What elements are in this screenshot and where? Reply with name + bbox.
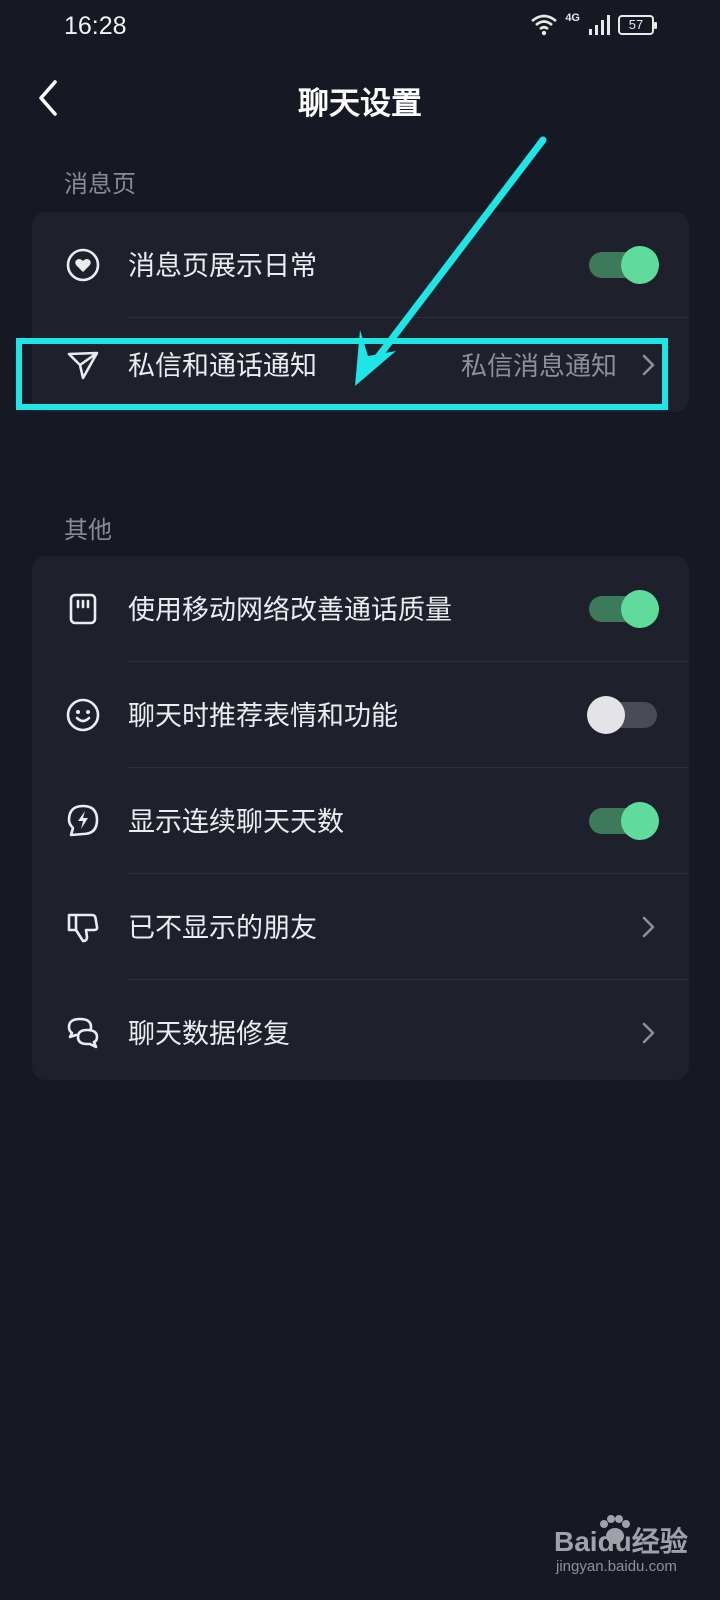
section-label-message-page: 消息页 <box>64 170 136 198</box>
signal-icon <box>589 15 610 35</box>
setting-label: 消息页展示日常 <box>128 251 317 282</box>
battery-indicator: 57 <box>618 15 657 35</box>
page-title: 聊天设置 <box>298 86 422 122</box>
setting-label: 已不显示的朋友 <box>128 913 317 944</box>
chat-bubbles-icon <box>67 1017 99 1049</box>
watermark-brand: Baidu经验 <box>554 1526 688 1557</box>
setting-label: 使用移动网络改善通话质量 <box>128 595 452 626</box>
sim-card-icon <box>69 593 97 625</box>
setting-row-recommend-emoji[interactable]: 聊天时推荐表情和功能 <box>32 662 689 768</box>
chevron-right-icon <box>642 354 655 376</box>
setting-row-mobile-network-call[interactable]: 使用移动网络改善通话质量 <box>32 556 689 662</box>
setting-row-show-daily[interactable]: 消息页展示日常 <box>32 212 689 318</box>
status-time: 16:28 <box>64 12 127 40</box>
baidu-jingyan-watermark: Baidu经验 jingyan.baidu.com <box>554 1515 704 1586</box>
chevron-right-icon <box>642 916 655 938</box>
setting-row-chat-data-repair[interactable]: 聊天数据修复 <box>32 980 689 1086</box>
network-type: 4G <box>565 12 580 24</box>
toggle-switch[interactable] <box>587 696 659 734</box>
toggle-switch[interactable] <box>587 590 659 628</box>
send-icon <box>67 351 99 380</box>
watermark-url: jingyan.baidu.com <box>556 1558 677 1575</box>
setting-label: 私信和通话通知 <box>128 351 317 382</box>
toggle-switch[interactable] <box>587 802 659 840</box>
wifi-icon <box>531 14 558 36</box>
navigation-bar: 聊天设置 <box>0 60 720 136</box>
chevron-right-icon <box>642 1022 655 1044</box>
setting-label: 聊天数据修复 <box>128 1019 290 1050</box>
setting-row-streak-days[interactable]: 显示连续聊天天数 <box>32 768 689 874</box>
setting-value: 私信消息通知 <box>460 352 617 382</box>
setting-label: 显示连续聊天天数 <box>128 807 344 838</box>
smile-icon <box>66 698 100 732</box>
lightning-bubble-icon <box>67 804 99 837</box>
setting-row-dm-call-notification[interactable]: 私信和通话通知 私信消息通知 <box>32 318 689 412</box>
toggle-switch[interactable] <box>587 246 659 284</box>
status-bar: 16:28 4G 57 <box>0 0 720 56</box>
section-label-other: 其他 <box>64 516 112 544</box>
setting-row-hidden-friends[interactable]: 已不显示的朋友 <box>32 874 689 980</box>
setting-label: 聊天时推荐表情和功能 <box>128 701 398 732</box>
status-icons: 4G 57 <box>531 12 657 36</box>
settings-card-other: 使用移动网络改善通话质量 聊天时推荐表情和功能 显示连续聊天天数 已不显示的朋友… <box>32 556 689 1080</box>
settings-card-message-page: 消息页展示日常 私信和通话通知 私信消息通知 <box>32 212 689 412</box>
thumbs-down-icon <box>67 913 99 943</box>
heart-circle-icon <box>66 248 100 282</box>
